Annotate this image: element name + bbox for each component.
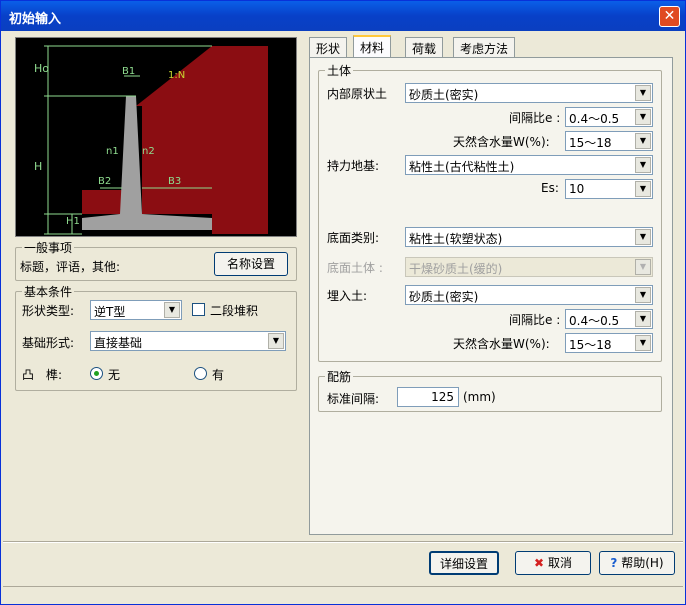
chevron-down-icon: ▼	[164, 302, 180, 318]
bearing-ground-value: 粘性土(古代粘性土)	[409, 160, 515, 174]
chevron-down-icon: ▼	[635, 287, 651, 303]
general-legend: 一般事项	[22, 239, 75, 256]
soil-legend: 土体	[325, 62, 354, 79]
soil-group: 土体 内部原状土 砂质土(密实) ▼ 间隔比e : 0.4～0.5 ▼ 天然含水…	[318, 62, 662, 362]
chevron-down-icon: ▼	[635, 335, 651, 351]
chevron-down-icon: ▼	[635, 109, 651, 125]
bottom-type-select[interactable]: 粘性土(软塑状态) ▼	[405, 227, 653, 247]
backfill-label: 埋入土:	[327, 289, 368, 303]
tab-method[interactable]: 考虑方法	[453, 37, 516, 57]
foundation-label: 基础形式:	[22, 336, 75, 350]
void-ratio-label: 间隔比e :	[509, 111, 561, 125]
rebar-spacing-input[interactable]: 125	[397, 387, 459, 407]
backfill-select[interactable]: 砂质土(密实) ▼	[405, 285, 653, 305]
general-text: 标题，评语，其他:	[20, 260, 121, 274]
shape-type-label: 形状类型:	[22, 304, 75, 318]
bottom-type-value: 粘性土(软塑状态)	[409, 232, 503, 246]
water-content2-label: 天然含水量W(%):	[453, 337, 550, 351]
bottom-type-label: 底面类别:	[327, 231, 380, 245]
backfill-value: 砂质土(密实)	[409, 290, 479, 304]
water-content2-value: 15～18	[569, 338, 612, 352]
name-settings-button[interactable]: 名称设置	[214, 252, 288, 276]
chevron-down-icon: ▼	[635, 229, 651, 245]
cancel-button[interactable]: ✖ 取消	[515, 551, 591, 575]
chevron-down-icon: ▼	[635, 133, 651, 149]
tab-shape[interactable]: 形状	[309, 37, 348, 57]
label-h1: H1	[66, 216, 80, 227]
label-ho: Ho	[34, 62, 49, 75]
tenon-none-label: 无	[108, 368, 121, 382]
tenon-none-radio[interactable]	[90, 367, 103, 380]
void-ratio2-value: 0.4～0.5	[569, 314, 620, 328]
rebar-spacing-unit: (mm)	[463, 390, 496, 404]
bottom-soil-select: 干燥砂质土(缓的) ▼	[405, 257, 653, 277]
chevron-down-icon: ▼	[635, 85, 651, 101]
foundation-select[interactable]: 直接基础 ▼	[90, 331, 286, 351]
general-group: 一般事项 标题，评语，其他: 名称设置	[15, 239, 297, 281]
wall-diagram: Ho H H1 B1 B2 B3 1:N n1 n2	[34, 45, 268, 235]
basic-group: 基本条件 形状类型: 逆T型 ▼ 二段堆积 基础形式: 直接基础 ▼ 凸 榫: …	[15, 283, 297, 391]
chevron-down-icon: ▼	[635, 259, 651, 275]
rebar-group: 配筋 标准间隔: 125 (mm)	[318, 368, 662, 412]
water-content2-select[interactable]: 15～18 ▼	[565, 333, 653, 353]
label-b3: B3	[168, 176, 181, 187]
title-bar: 初始输入 ✕	[1, 1, 685, 31]
es-value: 10	[569, 182, 585, 196]
bottom-soil-label: 底面土体 :	[327, 261, 383, 275]
chevron-down-icon: ▼	[635, 311, 651, 327]
two-stage-label: 二段堆积	[210, 304, 259, 318]
chevron-down-icon: ▼	[268, 333, 284, 349]
label-b1: B1	[122, 66, 135, 77]
question-mark-icon: ?	[610, 556, 618, 570]
close-button[interactable]: ✕	[659, 6, 680, 27]
tab-material[interactable]: 材料	[353, 35, 392, 57]
water-content-value: 15～18	[569, 136, 612, 150]
dialog-window: 初始输入 ✕ Ho H H1 B1 B2 B3 1:N n1 n2 一般事项 标…	[0, 0, 686, 605]
chevron-down-icon: ▼	[635, 157, 651, 173]
label-b2: B2	[98, 176, 111, 187]
foundation-value: 直接基础	[94, 336, 143, 350]
bearing-ground-select[interactable]: 粘性土(古代粘性土) ▼	[405, 155, 653, 175]
bearing-ground-label: 持力地基:	[327, 159, 380, 173]
es-select[interactable]: 10 ▼	[565, 179, 653, 199]
cancel-label: 取消	[547, 556, 572, 570]
label-h: H	[34, 160, 42, 173]
es-label: Es:	[541, 181, 559, 195]
void-ratio-value: 0.4～0.5	[569, 112, 620, 126]
wall-preview: Ho H H1 B1 B2 B3 1:N n1 n2	[15, 37, 297, 237]
tab-load[interactable]: 荷载	[405, 37, 444, 57]
tenon-has-label: 有	[212, 368, 225, 382]
front-soil	[82, 190, 122, 214]
inner-soil-label: 内部原状土	[327, 87, 388, 101]
window-title: 初始输入	[9, 12, 62, 27]
basic-legend: 基本条件	[22, 283, 75, 300]
rebar-legend: 配筋	[325, 368, 354, 385]
label-slope: 1:N	[168, 70, 185, 81]
cancel-x-icon: ✖	[534, 556, 545, 570]
footer-separator	[3, 541, 683, 543]
help-label: 帮助(H)	[621, 556, 664, 570]
backfill-soil	[136, 46, 268, 234]
void-ratio2-select[interactable]: 0.4～0.5 ▼	[565, 309, 653, 329]
water-content-select[interactable]: 15～18 ▼	[565, 131, 653, 151]
inner-soil-select[interactable]: 砂质土(密实) ▼	[405, 83, 653, 103]
material-tab-page: 土体 内部原状土 砂质土(密实) ▼ 间隔比e : 0.4～0.5 ▼ 天然含水…	[309, 57, 673, 535]
water-content-label: 天然含水量W(%):	[453, 135, 550, 149]
tenon-has-radio[interactable]	[194, 367, 207, 380]
shape-type-value: 逆T型	[94, 305, 126, 319]
shape-type-select[interactable]: 逆T型 ▼	[90, 300, 182, 320]
label-n1: n1	[106, 146, 119, 157]
chevron-down-icon: ▼	[635, 181, 651, 197]
help-button[interactable]: ? 帮助(H)	[599, 551, 675, 575]
void-ratio2-label: 间隔比e :	[509, 313, 561, 327]
label-n2: n2	[142, 146, 155, 157]
inner-soil-value: 砂质土(密实)	[409, 88, 479, 102]
two-stage-checkbox[interactable]	[192, 303, 205, 316]
tenon-label: 凸 榫:	[22, 368, 63, 382]
bottom-soil-value: 干燥砂质土(缓的)	[409, 262, 503, 276]
detail-settings-button[interactable]: 详细设置	[429, 551, 499, 575]
void-ratio-select[interactable]: 0.4～0.5 ▼	[565, 107, 653, 127]
status-bar	[3, 586, 683, 604]
rebar-spacing-label: 标准间隔:	[327, 392, 380, 406]
